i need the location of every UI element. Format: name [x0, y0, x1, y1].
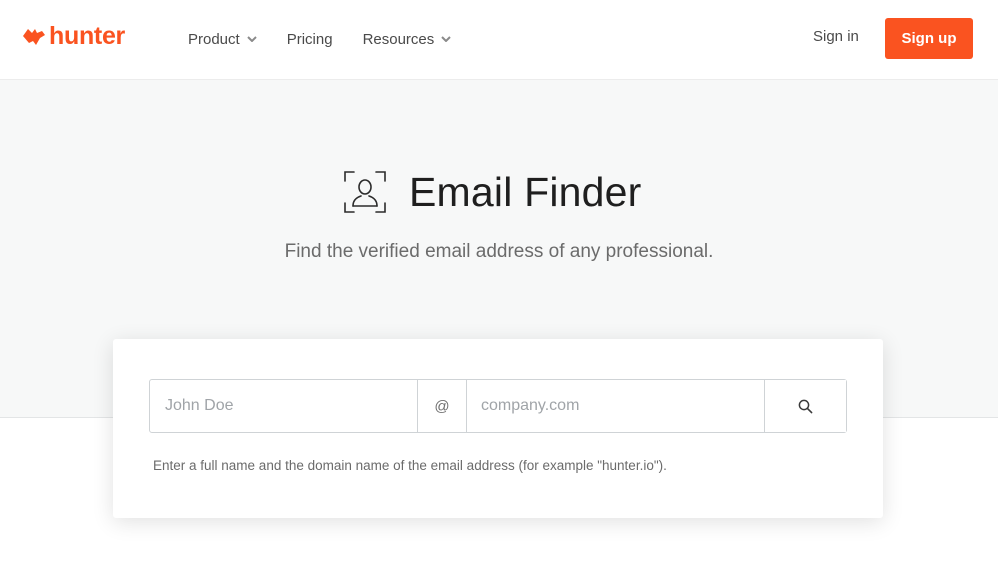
hero-title-row: Email Finder: [342, 168, 642, 216]
chevron-down-icon: [441, 36, 451, 42]
top-navbar: hunter Product Pricing Resources Sign in…: [0, 0, 998, 80]
nav-resources-label: Resources: [362, 30, 435, 48]
hunter-logo[interactable]: hunter: [22, 20, 125, 52]
domain-input[interactable]: [467, 380, 765, 432]
page-subtitle: Find the verified email address of any p…: [284, 241, 714, 262]
full-name-input[interactable]: [150, 380, 418, 432]
person-scan-icon: [344, 171, 386, 213]
search-card: @ Enter a full name and the domain name …: [113, 339, 883, 518]
logo-text: hunter: [49, 22, 125, 50]
nav-resources[interactable]: Resources: [363, 31, 452, 48]
fox-logo-icon: [23, 29, 45, 45]
main-nav: Product Pricing Resources: [188, 27, 481, 51]
search-icon: [798, 399, 813, 413]
page-title: Email Finder: [409, 168, 642, 215]
nav-pricing-label: Pricing: [286, 30, 333, 48]
nav-pricing[interactable]: Pricing: [287, 31, 333, 48]
nav-product[interactable]: Product: [188, 31, 257, 48]
page: hunter Product Pricing Resources Sign in…: [0, 0, 998, 561]
email-finder-form: @: [149, 379, 847, 433]
helper-text: Enter a full name and the domain name of…: [153, 458, 667, 473]
search-button[interactable]: [765, 380, 846, 432]
sign-in-link[interactable]: Sign in: [813, 28, 859, 45]
at-symbol: @: [418, 380, 467, 432]
sign-up-button[interactable]: Sign up: [885, 18, 973, 59]
chevron-down-icon: [246, 36, 257, 42]
nav-product-label: Product: [188, 30, 240, 48]
